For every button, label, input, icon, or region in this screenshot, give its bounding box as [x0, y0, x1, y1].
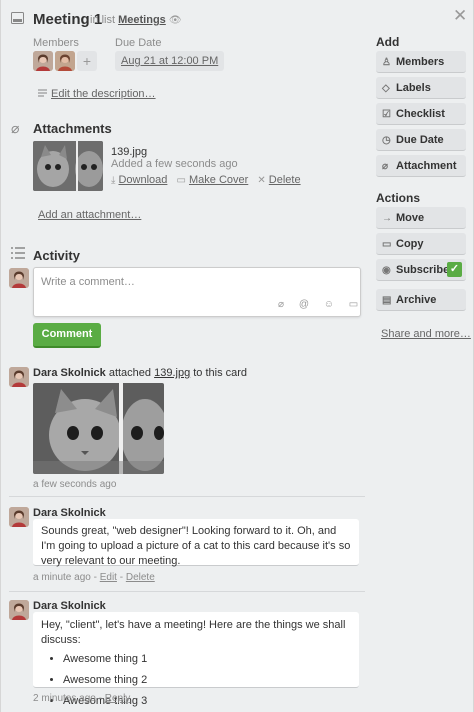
due-date-label: Due Date — [115, 37, 162, 49]
sidebar-button-label: Copy — [396, 238, 424, 250]
in-list-info: in list Meetings 👁 — [90, 14, 182, 26]
attachment-added-time: Added a few seconds ago — [111, 158, 238, 170]
sidebar-checklist-button[interactable]: ☑ Checklist — [376, 103, 466, 125]
eye-icon: ◉ — [382, 265, 391, 276]
avatar — [9, 600, 29, 620]
card-icon — [11, 12, 24, 27]
card-icon: ▭ — [382, 239, 392, 250]
checkbox-icon: ☑ — [382, 109, 391, 120]
checkmark-icon: ✓ — [447, 262, 462, 277]
paperclip-icon[interactable]: ⌀ — [278, 299, 284, 310]
list-item: Awesome thing 2 — [63, 673, 351, 688]
attachment-filename: 139.jpg — [111, 146, 148, 158]
sidebar-button-label: Labels — [396, 82, 431, 94]
monitor-icon: ▭ — [176, 175, 186, 186]
sidebar-button-label: Move — [396, 212, 425, 224]
sidebar-members-button[interactable]: ♙ Members — [376, 51, 466, 73]
activity-time[interactable]: a few seconds ago — [33, 479, 116, 490]
make-cover-link[interactable]: Make Cover — [189, 174, 248, 186]
delete-comment-link[interactable]: Delete — [126, 572, 155, 583]
attached-file-link[interactable]: 139.jpg — [154, 367, 190, 379]
sidebar-button-label: Members — [396, 56, 445, 68]
edit-comment-link[interactable]: Edit — [100, 572, 117, 583]
activity-icon — [11, 247, 25, 262]
in-list-prefix: in list — [90, 14, 116, 26]
paperclip-icon: ⌀ — [11, 120, 20, 136]
avatar — [9, 367, 29, 387]
sidebar-archive-button[interactable]: ▤ Archive — [376, 289, 466, 311]
author-name[interactable]: Dara Skolnick — [33, 507, 106, 519]
avatar[interactable] — [55, 51, 75, 71]
share-and-more-link[interactable]: Share and more… — [381, 328, 471, 340]
attached-image-preview[interactable] — [33, 383, 164, 474]
sidebar-copy-button[interactable]: ▭ Copy — [376, 233, 466, 255]
sidebar-subscribe-button[interactable]: ◉ Subscribe ✓ — [376, 259, 466, 281]
comment-input[interactable]: Write a comment… ⌀ @ ☺ ▭ — [33, 267, 361, 317]
reply-link[interactable]: Reply — [105, 693, 131, 704]
sidebar-move-button[interactable]: → Move — [376, 207, 466, 229]
list-name-link[interactable]: Meetings — [118, 14, 166, 26]
attachment-thumbnail[interactable] — [33, 141, 103, 191]
emoji-icon[interactable]: ☺ — [324, 299, 334, 310]
activity-meta: 2 minutes ago - Reply — [33, 693, 131, 704]
sidebar-button-label: Checklist — [396, 108, 445, 120]
activity-divider — [9, 591, 365, 592]
sidebar-button-label: Subscribe — [396, 264, 450, 276]
tag-icon: ◇ — [382, 83, 390, 94]
attachment-actions: ⤓ Download ▭ Make Cover ✕ Delete — [111, 174, 301, 186]
comment-placeholder: Write a comment… — [41, 276, 135, 288]
card-detail-window: ✕ Meeting 1 in list Meetings 👁 Members +… — [0, 0, 474, 712]
action-suffix: to this card — [193, 367, 248, 379]
sidebar-button-label: Attachment — [396, 160, 457, 172]
list-item: Awesome thing 1 — [63, 652, 351, 667]
actions-heading: Actions — [376, 191, 421, 205]
activity-time[interactable]: a minute ago — [33, 572, 91, 583]
comment-text: Hey, "client", let's have a meeting! Her… — [41, 619, 346, 646]
due-date-button[interactable]: Aug 21 at 12:00 PM — [115, 51, 225, 71]
download-icon: ⤓ — [111, 175, 116, 186]
sidebar-labels-button[interactable]: ◇ Labels — [376, 77, 466, 99]
avatar — [9, 507, 29, 527]
sidebar-due-date-button[interactable]: ◷ Due Date — [376, 129, 466, 151]
archive-icon: ▤ — [382, 295, 392, 306]
delete-attachment-link[interactable]: Delete — [269, 174, 301, 186]
card-link-icon[interactable]: ▭ — [349, 299, 358, 310]
close-icon[interactable]: ✕ — [453, 6, 467, 26]
sidebar-button-label: Archive — [396, 294, 437, 306]
members-label: Members — [33, 37, 79, 49]
avatar — [9, 268, 29, 288]
action-prefix: attached — [108, 367, 152, 379]
comment-bubble: Sounds great, "web designer"! Looking fo… — [33, 519, 359, 567]
avatar[interactable] — [33, 51, 53, 71]
eye-icon: 👁 — [168, 15, 182, 26]
activity-item-header: Dara Skolnick attached 139.jpg to this c… — [33, 367, 247, 379]
mention-icon[interactable]: @ — [299, 299, 309, 310]
activity-time[interactable]: 2 minutes ago — [33, 693, 96, 704]
person-icon: ♙ — [382, 57, 391, 68]
author-name[interactable]: Dara Skolnick — [33, 367, 106, 379]
comment-button[interactable]: Comment — [33, 323, 101, 348]
description-icon — [38, 89, 47, 101]
comment-bubble: Hey, "client", let's have a meeting! Her… — [33, 612, 359, 707]
attachments-heading: Attachments — [33, 121, 112, 136]
comment-text: Sounds great, "web designer"! Looking fo… — [41, 525, 351, 567]
close-icon: ✕ — [257, 175, 266, 186]
arrow-right-icon: → — [382, 213, 392, 224]
edit-description-link[interactable]: Edit the description… — [51, 88, 156, 100]
author-name[interactable]: Dara Skolnick — [33, 600, 106, 612]
comment-toolbar: ⌀ @ ☺ ▭ — [278, 299, 358, 310]
add-heading: Add — [376, 35, 400, 49]
paperclip-icon: ⌀ — [382, 161, 389, 172]
sidebar-attachment-button[interactable]: ⌀ Attachment — [376, 155, 466, 177]
activity-heading: Activity — [33, 248, 80, 263]
sidebar-button-label: Due Date — [396, 134, 444, 146]
activity-divider — [9, 496, 365, 497]
download-link[interactable]: Download — [118, 174, 167, 186]
clock-icon: ◷ — [382, 135, 391, 146]
add-attachment-link[interactable]: Add an attachment… — [38, 209, 141, 221]
activity-meta: a minute ago - Edit - Delete — [33, 572, 155, 583]
add-member-button[interactable]: + — [77, 51, 97, 71]
